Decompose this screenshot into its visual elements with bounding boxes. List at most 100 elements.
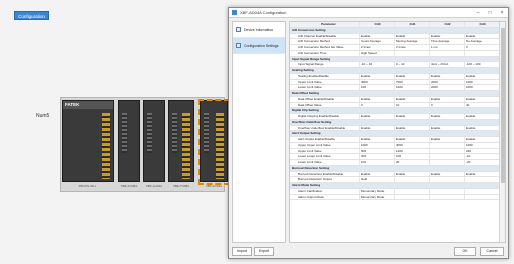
cell-ch0[interactable]: Enable xyxy=(360,137,395,142)
cell-ch3[interactable]: Enable xyxy=(465,73,500,79)
configuration-tag[interactable]: Configuration xyxy=(14,11,49,20)
nav-item-configuration-settings[interactable]: Configuration Settings xyxy=(233,38,285,54)
export-button[interactable]: Export xyxy=(254,247,274,256)
cell-ch0[interactable]: Momentary Mode xyxy=(360,194,395,200)
cell-ch2[interactable]: Enable xyxy=(430,96,465,102)
cell-ch1[interactable]: 100 xyxy=(395,154,430,159)
cell-ch1[interactable]: 7000 xyxy=(395,79,430,85)
cell-ch2[interactable]: Enable xyxy=(430,125,465,131)
cell-ch2[interactable]: 1 ms xyxy=(430,45,465,50)
cell-ch1[interactable] xyxy=(395,177,430,182)
cell-ch0[interactable]: 100 xyxy=(360,85,395,90)
cell-ch0[interactable]: High Speed xyxy=(360,50,395,56)
cell-ch0[interactable]: Enable xyxy=(360,96,395,102)
dialog-titlebar[interactable]: XBF-AD04A Configuration – □ × xyxy=(229,8,508,18)
cell-ch2[interactable]: 2000 xyxy=(430,79,465,85)
cell-ch1[interactable]: Enable xyxy=(395,137,430,142)
close-icon[interactable]: × xyxy=(496,10,508,16)
cell-ch3[interactable] xyxy=(465,188,500,194)
cell-ch3[interactable] xyxy=(465,177,500,182)
io-module-1[interactable] xyxy=(118,100,140,182)
minimize-icon[interactable]: – xyxy=(472,10,484,16)
cell-ch1[interactable] xyxy=(395,188,430,194)
maximize-icon[interactable]: □ xyxy=(484,10,496,16)
cell-ch2[interactable] xyxy=(430,154,465,159)
cell-ch1[interactable]: Enable xyxy=(395,33,430,39)
cell-ch3[interactable]: 1000 xyxy=(465,142,500,148)
import-button[interactable]: Import xyxy=(232,247,252,256)
cell-ch2[interactable]: Enable xyxy=(430,114,465,119)
cell-ch3[interactable] xyxy=(465,194,500,200)
cancel-button[interactable]: Cancel xyxy=(480,247,504,256)
cell-ch2[interactable]: Enable xyxy=(430,171,465,177)
cell-ch3[interactable]: Enable xyxy=(465,171,500,177)
cell-ch1[interactable]: Enable xyxy=(395,114,430,119)
cell-ch0[interactable]: Enable xyxy=(360,73,395,79)
cpu-module[interactable]: FATEK xyxy=(62,100,114,182)
scrollbar-thumb[interactable] xyxy=(501,28,505,183)
cell-ch1[interactable] xyxy=(395,50,430,56)
cell-ch3[interactable]: Enable xyxy=(465,137,500,142)
cell-ch1[interactable]: Enable xyxy=(395,171,430,177)
cell-ch0[interactable]: Momentary Mode xyxy=(360,188,395,194)
cell-ch3[interactable]: -10 xyxy=(465,154,500,159)
cell-ch1[interactable]: 10 xyxy=(395,102,430,108)
cell-ch2[interactable]: Time Average xyxy=(430,39,465,44)
cell-ch0[interactable]: Enable xyxy=(360,125,395,131)
cell-ch0[interactable]: 300 xyxy=(360,154,395,159)
cell-ch2[interactable]: 2000 xyxy=(430,85,465,90)
cell-ch3[interactable]: -20 xyxy=(465,160,500,165)
io-module-3[interactable] xyxy=(168,100,194,182)
cell-ch2[interactable]: Enable xyxy=(430,73,465,79)
io-module-2[interactable] xyxy=(143,100,165,182)
cell-ch0[interactable]: 0 xyxy=(360,102,395,108)
cell-ch1[interactable]: Enable xyxy=(395,96,430,102)
cell-ch2[interactable]: Enable xyxy=(430,33,465,39)
cell-ch0[interactable]: 100 xyxy=(360,160,395,165)
cell-ch0[interactable]: 3000 xyxy=(360,79,395,85)
cell-ch2[interactable] xyxy=(430,188,465,194)
cell-ch2[interactable] xyxy=(430,177,465,182)
cell-ch1[interactable]: 20 xyxy=(395,160,430,165)
cell-ch0[interactable]: -10 ~ 10 xyxy=(360,62,395,67)
cell-ch3[interactable]: 1000 xyxy=(465,79,500,85)
cell-ch0[interactable]: Hold xyxy=(360,177,395,182)
cell-ch3[interactable]: -100 ~ 100 xyxy=(465,62,500,67)
cell-ch2[interactable] xyxy=(430,148,465,154)
cell-ch0[interactable]: Enable xyxy=(360,171,395,177)
cell-ch2[interactable] xyxy=(430,142,465,148)
cell-ch3[interactable]: 0 xyxy=(465,45,500,50)
cell-ch1[interactable]: 2 times xyxy=(395,45,430,50)
cell-ch3[interactable]: Enable xyxy=(465,125,500,131)
cell-ch0[interactable]: Enable xyxy=(360,33,395,39)
cell-ch1[interactable]: Enable xyxy=(395,125,430,131)
cell-ch1[interactable]: 3000 xyxy=(395,142,430,148)
cell-ch1[interactable]: 0 ~ 10 xyxy=(395,62,430,67)
ok-button[interactable]: OK xyxy=(454,247,476,256)
cell-ch3[interactable]: Enable xyxy=(465,33,500,39)
cell-ch1[interactable]: Moving Average xyxy=(395,39,430,44)
cell-ch1[interactable]: 1200 xyxy=(395,148,430,154)
cell-ch2[interactable] xyxy=(430,50,465,56)
cell-ch3[interactable]: Enable xyxy=(465,96,500,102)
cell-ch1[interactable]: 1000 xyxy=(395,85,430,90)
cell-ch0[interactable]: 1000 xyxy=(360,142,395,148)
cell-ch3[interactable]: Enable xyxy=(465,114,500,119)
cell-ch2[interactable]: Enable xyxy=(430,137,465,142)
cell-ch3[interactable]: 200 xyxy=(465,148,500,154)
cell-ch3[interactable] xyxy=(465,50,500,56)
cell-ch1[interactable] xyxy=(395,194,430,200)
cell-ch3[interactable]: No Average xyxy=(465,39,500,44)
cell-ch3[interactable]: 1000 xyxy=(465,85,500,90)
cell-ch1[interactable]: Enable xyxy=(395,73,430,79)
cell-ch0[interactable]: 500 xyxy=(360,148,395,154)
cell-ch2[interactable] xyxy=(430,160,465,165)
cell-ch0[interactable]: 2 times xyxy=(360,45,395,50)
cell-ch0[interactable]: Enable xyxy=(360,114,395,119)
cell-ch2[interactable] xyxy=(430,194,465,200)
cell-ch2[interactable]: 0 xyxy=(430,102,465,108)
cell-ch0[interactable]: Count Average xyxy=(360,39,395,44)
cell-ch2[interactable]: 4mA ~ 20mA xyxy=(430,62,465,67)
vertical-scrollbar[interactable] xyxy=(499,22,505,242)
nav-item-device-information[interactable]: Device Information xyxy=(233,22,285,38)
